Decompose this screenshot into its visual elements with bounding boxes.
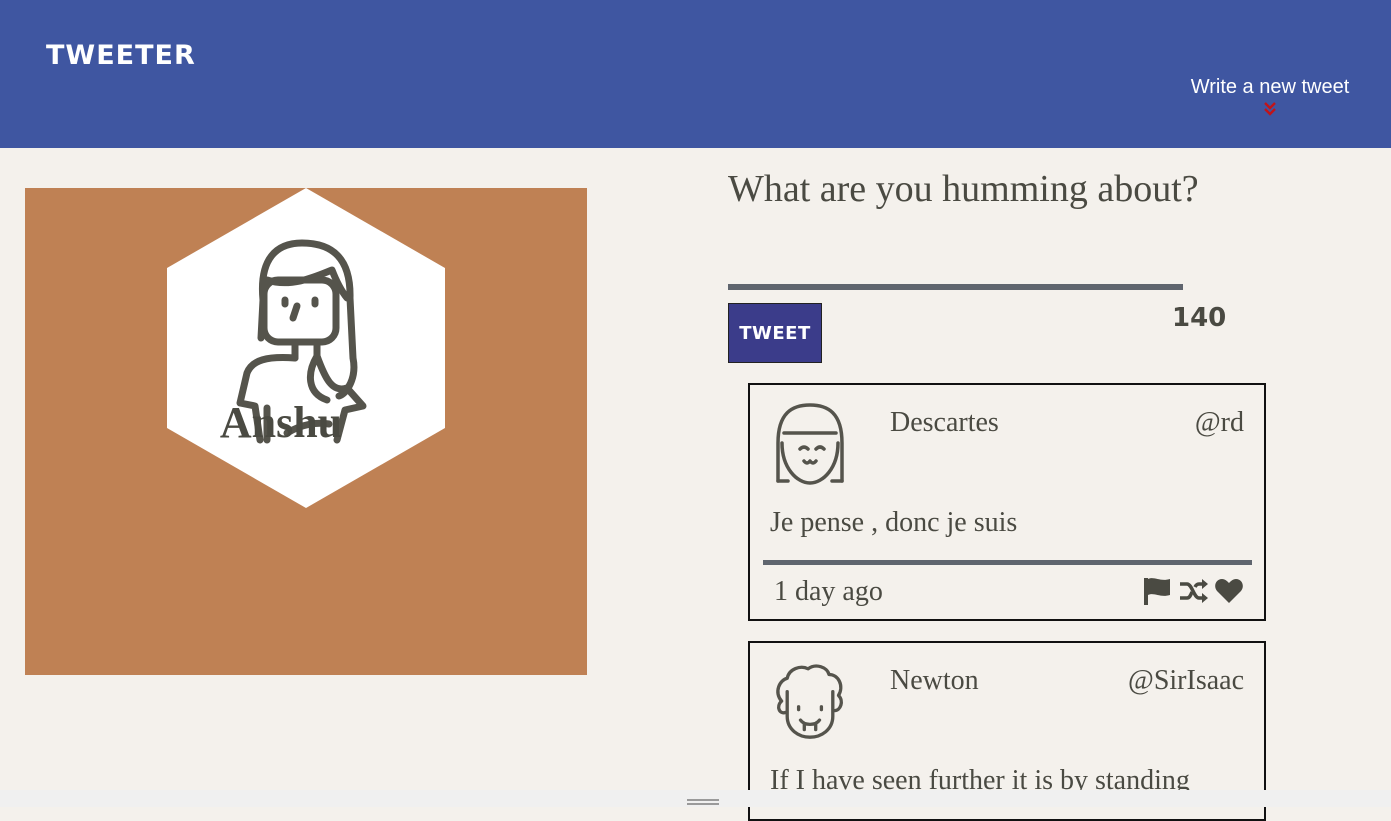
tweet-submit-button[interactable]: TWEET [728,303,822,363]
tweet-content: Je pense , donc je suis [770,507,1018,538]
tweet-actions [1142,576,1244,606]
woman-avatar-icon [167,188,445,508]
retweet-icon[interactable] [1178,576,1208,606]
navbar: TWEETER Write a new tweet [0,0,1391,148]
brand-logo[interactable]: TWEETER [46,40,196,71]
tweet-handle[interactable]: @SirIsaac [1128,665,1244,697]
girl-avatar-icon [776,403,844,485]
tweet-divider [763,560,1252,565]
tweet-input[interactable] [728,240,1183,290]
tweet-author[interactable]: Newton [890,665,979,697]
tweet-timestamp: 1 day ago [774,576,883,607]
tweet-author[interactable]: Descartes [890,407,999,439]
compose-heading: What are you humming about? [728,168,1199,210]
compose-section: What are you humming about? TWEET 140 [728,166,1248,363]
curly-hair-avatar-icon [776,664,843,739]
write-new-tweet-toggle[interactable]: Write a new tweet [1180,76,1360,116]
write-new-tweet-label[interactable]: Write a new tweet [1180,76,1360,99]
double-chevron-down-icon[interactable] [1263,102,1277,116]
heart-icon[interactable] [1214,576,1244,606]
profile-name: Anshu [219,398,343,447]
flag-icon[interactable] [1142,576,1172,606]
character-counter: 140 [1172,303,1227,333]
tweet-card: Descartes @rd Je pense , donc je suis 1 … [748,383,1266,621]
tweet-handle[interactable]: @rd [1195,407,1244,439]
window-bottom-bar [0,790,1391,807]
resize-grip-icon[interactable] [687,799,719,807]
